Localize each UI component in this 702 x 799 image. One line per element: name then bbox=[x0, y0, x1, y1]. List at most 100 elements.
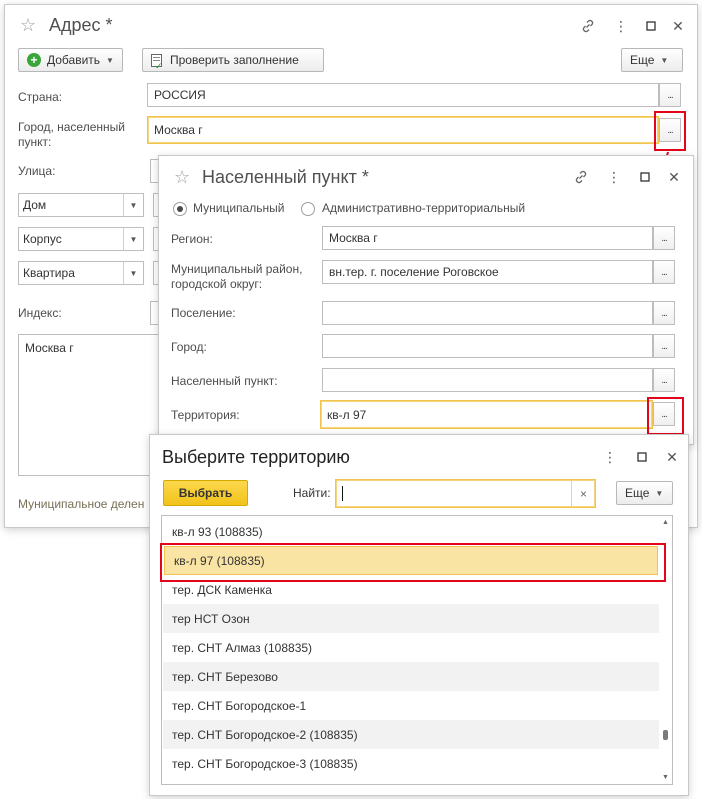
more-button-2[interactable]: Еще ▼ bbox=[616, 481, 673, 505]
menu-icon[interactable]: ⋮ bbox=[612, 17, 630, 35]
list-item-label: тер. СНТ Богородское-1 bbox=[172, 698, 307, 713]
city-select-button-2[interactable]: ... bbox=[653, 334, 675, 358]
locality-select-button[interactable]: ... bbox=[653, 368, 675, 392]
settlement-select-button[interactable]: ... bbox=[653, 301, 675, 325]
locality-label: Населенный пункт: bbox=[171, 374, 278, 388]
close-icon[interactable]: ✕ bbox=[663, 448, 681, 466]
list-item-selected[interactable]: кв-л 97 (108835) bbox=[164, 546, 658, 575]
chevron-down-icon: ▼ bbox=[123, 228, 143, 250]
list-item[interactable]: тер. СНТ Березово bbox=[163, 662, 659, 691]
maximize-icon[interactable] bbox=[633, 448, 651, 466]
scroll-down-icon[interactable]: ▼ bbox=[662, 774, 669, 781]
list-item-label: кв-л 93 (108835) bbox=[172, 524, 263, 539]
chevron-down-icon: ▼ bbox=[123, 194, 143, 216]
text-cursor bbox=[342, 486, 343, 501]
chevron-down-icon: ▼ bbox=[106, 55, 114, 65]
radio-municipal[interactable] bbox=[173, 202, 187, 216]
district-value: вн.тер. г. поселение Роговское bbox=[329, 265, 499, 279]
locality-window: ☆ Населенный пункт * ⋮ ✕ Муниципальный А… bbox=[158, 155, 694, 445]
street-label: Улица: bbox=[18, 164, 56, 178]
chevron-down-icon: ▼ bbox=[123, 262, 143, 284]
locality-field[interactable] bbox=[322, 368, 653, 392]
territory-list[interactable]: кв-л 93 (108835) кв-л 97 (108835) тер. Д… bbox=[161, 515, 673, 785]
close-icon[interactable]: ✕ bbox=[669, 17, 687, 35]
chevron-down-icon: ▼ bbox=[655, 488, 664, 498]
city-field-2[interactable] bbox=[322, 334, 653, 358]
territory-value: кв-л 97 bbox=[327, 407, 367, 422]
address-window-title: Адрес * bbox=[49, 15, 113, 35]
list-scrollbar[interactable]: ▲ ▼ bbox=[660, 516, 672, 784]
index-label: Индекс: bbox=[18, 306, 62, 320]
link-icon[interactable] bbox=[572, 168, 590, 186]
link-icon[interactable] bbox=[579, 17, 597, 35]
region-value: Москва г bbox=[329, 231, 378, 245]
city-field[interactable]: Москва г bbox=[147, 116, 659, 144]
favorite-star-icon[interactable]: ☆ bbox=[20, 15, 36, 36]
scrollbar-thumb[interactable] bbox=[663, 730, 668, 740]
radio-admin-territorial[interactable] bbox=[301, 202, 315, 216]
maximize-icon[interactable] bbox=[636, 168, 654, 186]
region-label: Регион: bbox=[171, 232, 213, 246]
list-item[interactable]: тер. СНТ Богородское-1 bbox=[163, 691, 659, 720]
radio-admin-label: Административно-территориальный bbox=[322, 201, 526, 215]
district-label: Муниципальный район, городской округ: bbox=[171, 262, 303, 291]
region-field[interactable]: Москва г bbox=[322, 226, 653, 250]
favorite-star-icon[interactable]: ☆ bbox=[174, 167, 190, 188]
municipal-division-link[interactable]: Муниципальное делен bbox=[18, 497, 144, 512]
country-field[interactable]: РОССИЯ bbox=[147, 83, 659, 107]
more-label-2: Еще bbox=[625, 486, 650, 500]
radio-municipal-label: Муниципальный bbox=[193, 201, 285, 215]
territory-label: Территория: bbox=[171, 408, 240, 422]
list-item-label: тер. СНТ Алмаз (108835) bbox=[172, 640, 313, 655]
select-button[interactable]: Выбрать bbox=[163, 480, 248, 506]
chevron-down-icon: ▼ bbox=[660, 55, 669, 65]
country-value: РОССИЯ bbox=[154, 88, 206, 102]
list-item[interactable]: тер. ДСК Каменка bbox=[163, 575, 659, 604]
list-item-label: тер. СНТ Березово bbox=[172, 669, 278, 684]
check-filling-label: Проверить заполнение bbox=[170, 53, 299, 67]
find-label: Найти: bbox=[293, 486, 331, 500]
maximize-icon[interactable] bbox=[642, 17, 660, 35]
country-select-button[interactable]: ... bbox=[659, 83, 681, 107]
more-button[interactable]: Еще ▼ bbox=[621, 48, 683, 72]
building-type-select[interactable]: Корпус ▼ bbox=[18, 227, 144, 251]
territory-field[interactable]: кв-л 97 bbox=[320, 400, 653, 429]
add-button[interactable]: + Добавить ▼ bbox=[18, 48, 123, 72]
list-item[interactable]: кв-л 93 (108835) bbox=[163, 517, 659, 546]
list-item-label: тер. СНТ Богородское-2 (108835) bbox=[172, 727, 358, 742]
list-item[interactable]: тер НСТ Озон bbox=[163, 604, 659, 633]
region-select-button[interactable]: ... bbox=[653, 226, 675, 250]
territory-window-title: Выберите территорию bbox=[162, 447, 350, 467]
apartment-type-select[interactable]: Квартира ▼ bbox=[18, 261, 144, 285]
clear-search-button[interactable]: × bbox=[571, 480, 595, 507]
close-icon[interactable]: ✕ bbox=[665, 168, 683, 186]
district-select-button[interactable]: ... bbox=[653, 260, 675, 284]
list-item[interactable]: тер. СНТ Алмаз (108835) bbox=[163, 633, 659, 662]
menu-icon[interactable]: ⋮ bbox=[605, 168, 623, 186]
territory-window: Выберите территорию ⋮ ✕ Выбрать Найти: ×… bbox=[149, 434, 689, 796]
apartment-type-value: Квартира bbox=[23, 266, 75, 280]
settlement-field[interactable] bbox=[322, 301, 653, 325]
settlement-label: Поселение: bbox=[171, 306, 236, 320]
district-field[interactable]: вн.тер. г. поселение Роговское bbox=[322, 260, 653, 284]
territory-select-button[interactable]: ... bbox=[653, 402, 675, 426]
add-label: Добавить bbox=[47, 53, 101, 67]
menu-icon[interactable]: ⋮ bbox=[601, 448, 619, 466]
list-item-label: кв-л 97 (108835) bbox=[174, 553, 265, 568]
house-type-select[interactable]: Дом ▼ bbox=[18, 193, 144, 217]
check-filling-button[interactable]: ✓ Проверить заполнение bbox=[142, 48, 324, 72]
list-item-label: тер НСТ Озон bbox=[172, 611, 250, 626]
list-item[interactable]: тер. СНТ Богородское-2 (108835) bbox=[163, 720, 659, 749]
more-label: Еще bbox=[630, 53, 655, 67]
list-item[interactable]: тер. СНТ Богородское-3 (108835) bbox=[163, 749, 659, 778]
city-label: Город, населенный пункт: bbox=[18, 120, 125, 149]
scroll-up-icon[interactable]: ▲ bbox=[662, 519, 669, 526]
locality-window-title: Населенный пункт * bbox=[202, 167, 369, 187]
city-select-button[interactable]: ... bbox=[659, 118, 681, 142]
house-type-value: Дом bbox=[23, 198, 47, 212]
building-type-value: Корпус bbox=[23, 232, 62, 246]
country-label: Страна: bbox=[18, 90, 63, 104]
find-input[interactable]: × bbox=[335, 479, 596, 508]
city-value: Москва г bbox=[154, 123, 203, 137]
list-item-label: тер. СНТ Богородское-3 (108835) bbox=[172, 756, 358, 771]
